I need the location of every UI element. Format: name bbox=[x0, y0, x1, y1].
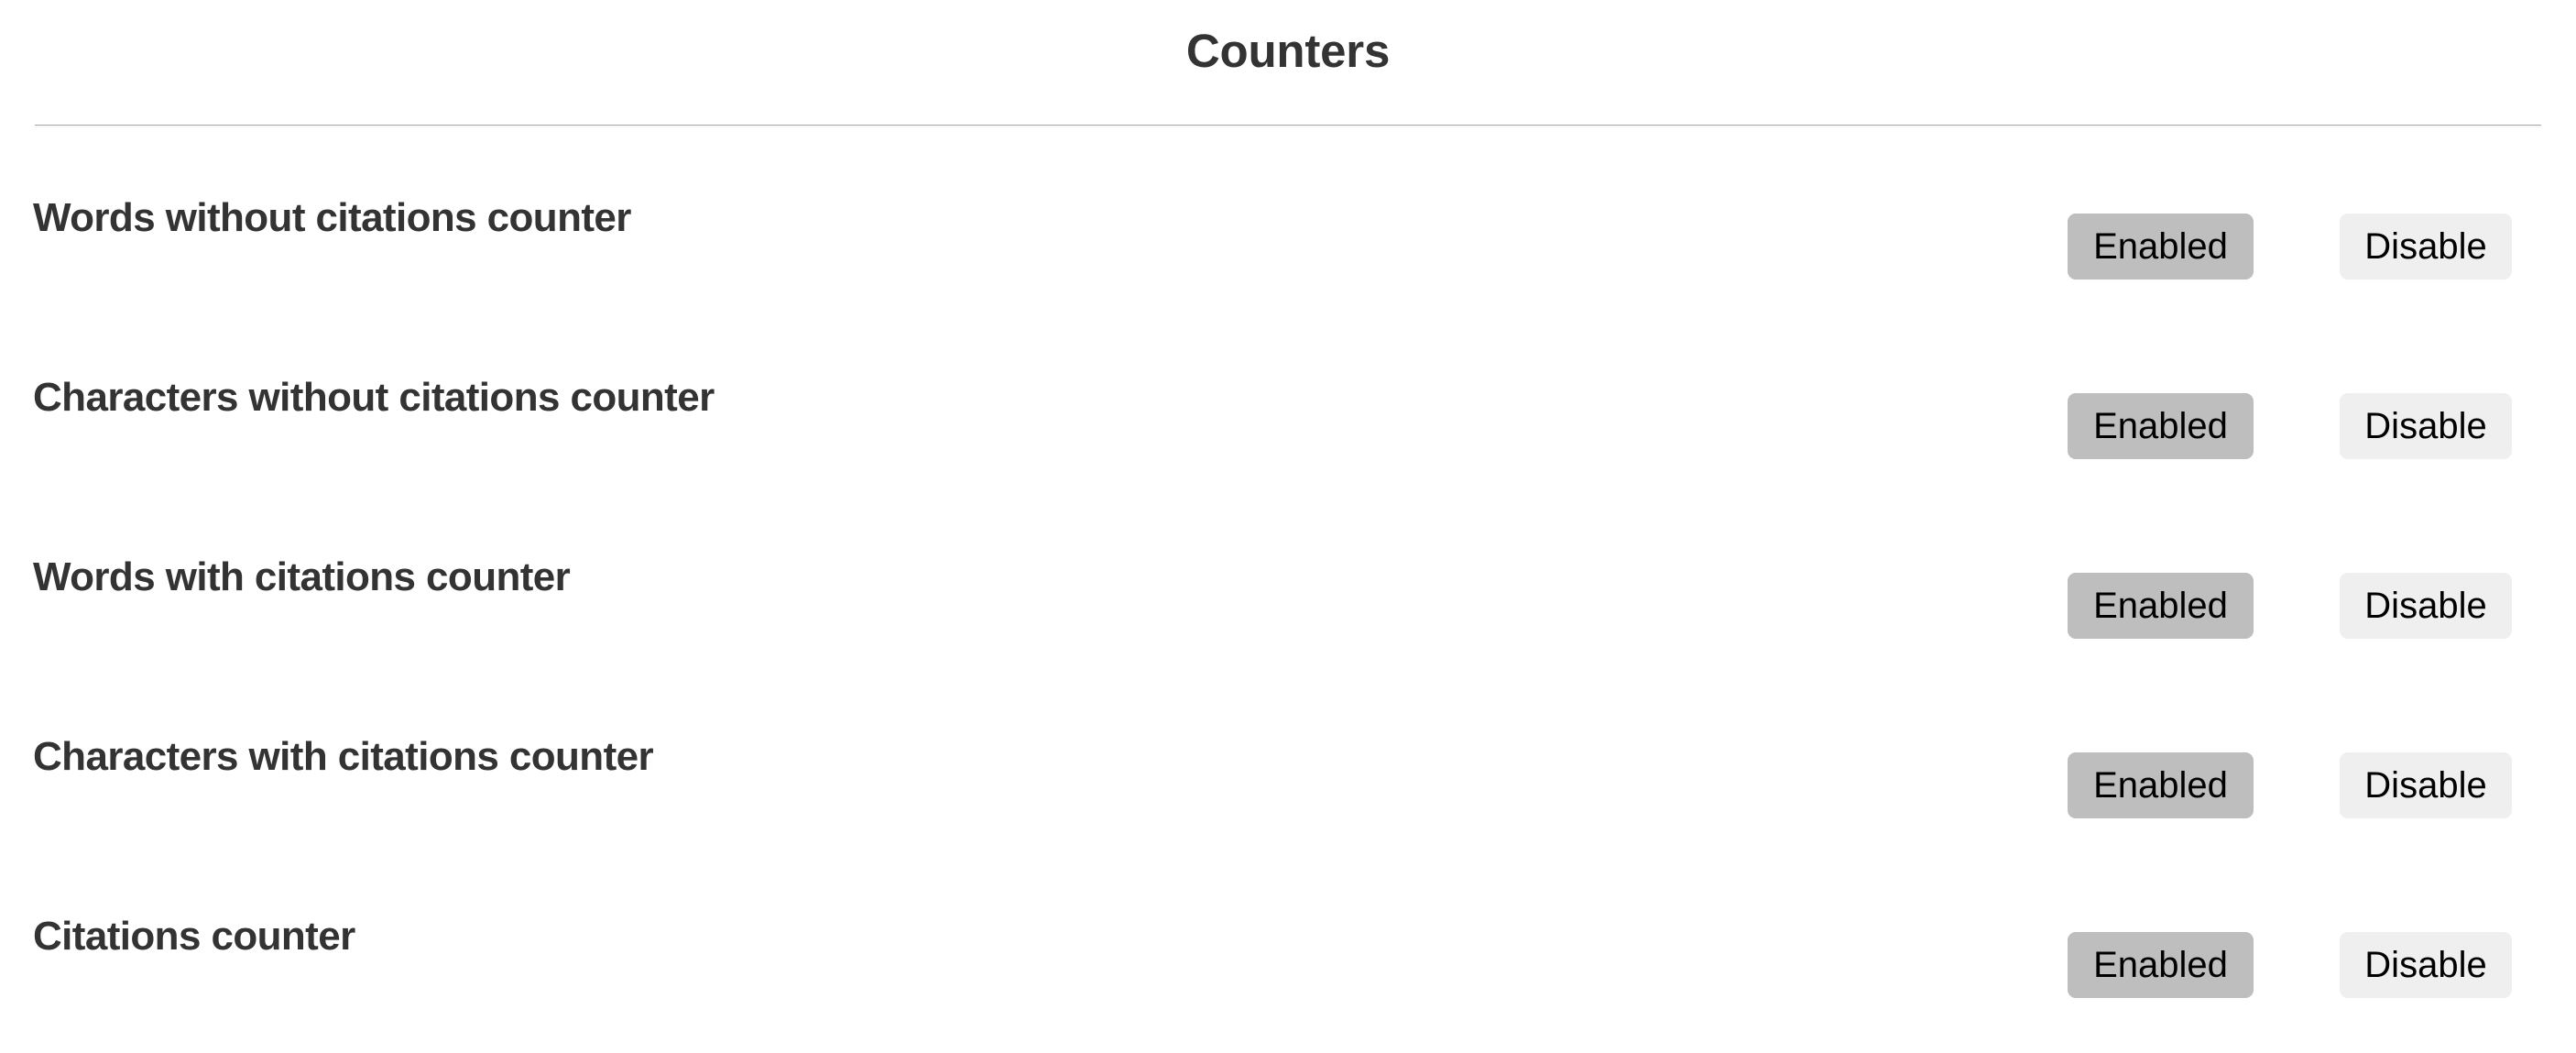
setting-row-words-with-citations-counter: Words with citations counter Enabled Dis… bbox=[0, 514, 2576, 694]
status-badge-enabled[interactable]: Enabled bbox=[2068, 393, 2254, 459]
setting-row-words-without-citations-counter: Words without citations counter Enabled … bbox=[0, 155, 2576, 335]
setting-label: Characters with citations counter bbox=[33, 734, 654, 779]
counters-settings-page: Counters Words without citations counter… bbox=[0, 0, 2576, 1019]
setting-label: Words with citations counter bbox=[33, 554, 571, 599]
disable-button[interactable]: Disable bbox=[2340, 393, 2512, 459]
disable-button[interactable]: Disable bbox=[2340, 214, 2512, 280]
setting-actions: Enabled Disable bbox=[2068, 932, 2512, 998]
disable-button[interactable]: Disable bbox=[2340, 752, 2512, 818]
setting-row-characters-without-citations-counter: Characters without citations counter Ena… bbox=[0, 335, 2576, 514]
setting-actions: Enabled Disable bbox=[2068, 214, 2512, 280]
counters-settings-list: Words without citations counter Enabled … bbox=[0, 155, 2576, 1053]
setting-actions: Enabled Disable bbox=[2068, 752, 2512, 818]
status-badge-enabled[interactable]: Enabled bbox=[2068, 752, 2254, 818]
setting-actions: Enabled Disable bbox=[2068, 393, 2512, 459]
setting-label: Citations counter bbox=[33, 914, 355, 959]
setting-label: Words without citations counter bbox=[33, 195, 631, 240]
status-badge-enabled[interactable]: Enabled bbox=[2068, 573, 2254, 639]
page-title: Counters bbox=[1185, 25, 1391, 77]
disable-button[interactable]: Disable bbox=[2340, 573, 2512, 639]
setting-label: Characters without citations counter bbox=[33, 375, 715, 420]
header-divider bbox=[35, 125, 2541, 126]
status-badge-enabled[interactable]: Enabled bbox=[2068, 932, 2254, 998]
setting-row-citations-counter: Citations counter Enabled Disable bbox=[0, 873, 2576, 1053]
disable-button[interactable]: Disable bbox=[2340, 932, 2512, 998]
setting-row-characters-with-citations-counter: Characters with citations counter Enable… bbox=[0, 694, 2576, 873]
setting-actions: Enabled Disable bbox=[2068, 573, 2512, 639]
status-badge-enabled[interactable]: Enabled bbox=[2068, 214, 2254, 280]
